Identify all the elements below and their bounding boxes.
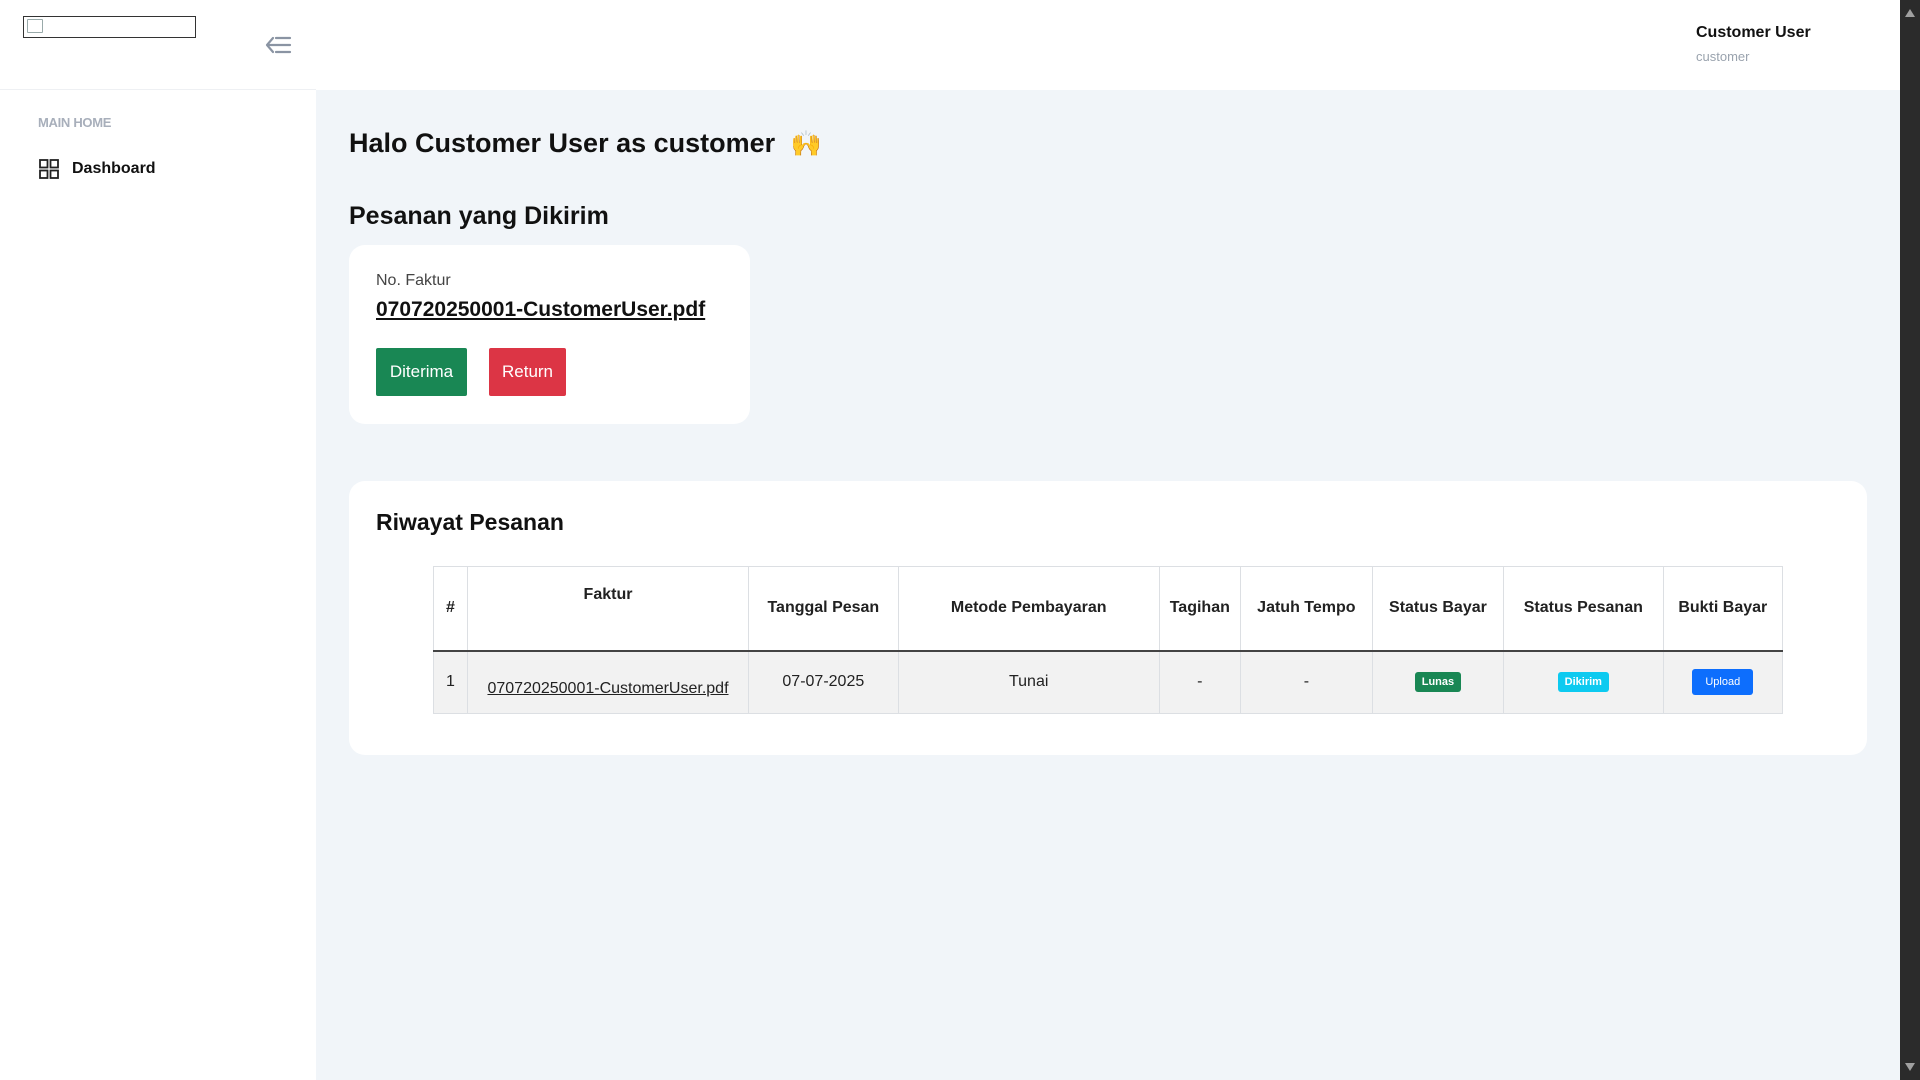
received-button[interactable]: Diterima xyxy=(376,348,467,396)
return-button[interactable]: Return xyxy=(489,348,566,396)
broken-image-icon xyxy=(27,19,43,33)
column-header-bill: Tagihan xyxy=(1158,566,1241,652)
sidebar-collapse-button[interactable] xyxy=(264,34,292,56)
order-history-card: Riwayat Pesanan # Faktur Tanggal Pesan M… xyxy=(349,481,1867,755)
invoice-link[interactable]: 070720250001-CustomerUser.pdf xyxy=(376,298,705,322)
page-greeting: Halo Customer User as customer 🙌 xyxy=(349,128,822,159)
row-invoice-link[interactable]: 070720250001-CustomerUser.pdf xyxy=(487,680,728,697)
cell-order-date: 07-07-2025 xyxy=(748,650,899,714)
payment-status-badge: Lunas xyxy=(1414,672,1462,693)
column-header-payment-method: Metode Pembayaran xyxy=(897,566,1160,652)
raising-hands-icon: 🙌 xyxy=(790,130,822,158)
cell-payment-proof: Upload xyxy=(1662,650,1784,714)
cell-invoice: 070720250001-CustomerUser.pdf xyxy=(467,650,749,714)
column-header-payment-status: Status Bayar xyxy=(1371,566,1505,652)
top-header: Customer User customer xyxy=(316,0,1900,90)
cell-payment-method: Tunai xyxy=(897,650,1160,714)
sidebar-header xyxy=(0,0,316,90)
table-row: 1 070720250001-CustomerUser.pdf 07-07-20… xyxy=(433,650,1784,714)
cell-bill: - xyxy=(1158,650,1241,714)
order-status-badge: Dikirim xyxy=(1557,672,1609,693)
column-header-order-date: Tanggal Pesan xyxy=(748,566,899,652)
sidebar-item-label: Dashboard xyxy=(72,160,156,177)
cell-due-date: - xyxy=(1239,650,1373,714)
order-history-title: Riwayat Pesanan xyxy=(376,509,564,535)
user-name[interactable]: Customer User xyxy=(1696,24,1811,42)
column-header-order-status: Status Pesanan xyxy=(1503,566,1664,652)
column-header-invoice: Faktur xyxy=(467,566,749,652)
column-header-due-date: Jatuh Tempo xyxy=(1239,566,1373,652)
upload-proof-button[interactable]: Upload xyxy=(1692,669,1754,696)
scroll-down-arrow-icon[interactable] xyxy=(1905,1063,1915,1071)
sidebar-item-dashboard[interactable]: Dashboard xyxy=(38,156,156,182)
cell-number: 1 xyxy=(433,650,468,714)
order-history-table: # Faktur Tanggal Pesan Metode Pembayaran… xyxy=(433,566,1784,714)
grid-icon xyxy=(39,159,59,179)
column-header-number: # xyxy=(433,566,468,652)
shipped-order-card: No. Faktur 070720250001-CustomerUser.pdf… xyxy=(349,245,750,424)
greeting-text: Halo Customer User as customer xyxy=(349,128,776,158)
cell-order-status: Dikirim xyxy=(1503,650,1664,714)
cell-payment-status: Lunas xyxy=(1371,650,1505,714)
page-scrollbar[interactable] xyxy=(1900,0,1920,1080)
user-role: customer xyxy=(1696,49,1750,64)
column-header-payment-proof: Bukti Bayar xyxy=(1662,566,1784,652)
collapse-menu-icon xyxy=(265,36,292,54)
shipped-orders-title: Pesanan yang Dikirim xyxy=(349,202,609,230)
table-header-row: # Faktur Tanggal Pesan Metode Pembayaran… xyxy=(433,566,1784,652)
nav-section-label: MAIN HOME xyxy=(38,115,112,130)
invoice-label: No. Faktur xyxy=(376,272,451,289)
sidebar: MAIN HOME Dashboard xyxy=(0,0,316,1080)
logo[interactable] xyxy=(23,16,196,38)
scroll-up-arrow-icon[interactable] xyxy=(1905,9,1915,17)
